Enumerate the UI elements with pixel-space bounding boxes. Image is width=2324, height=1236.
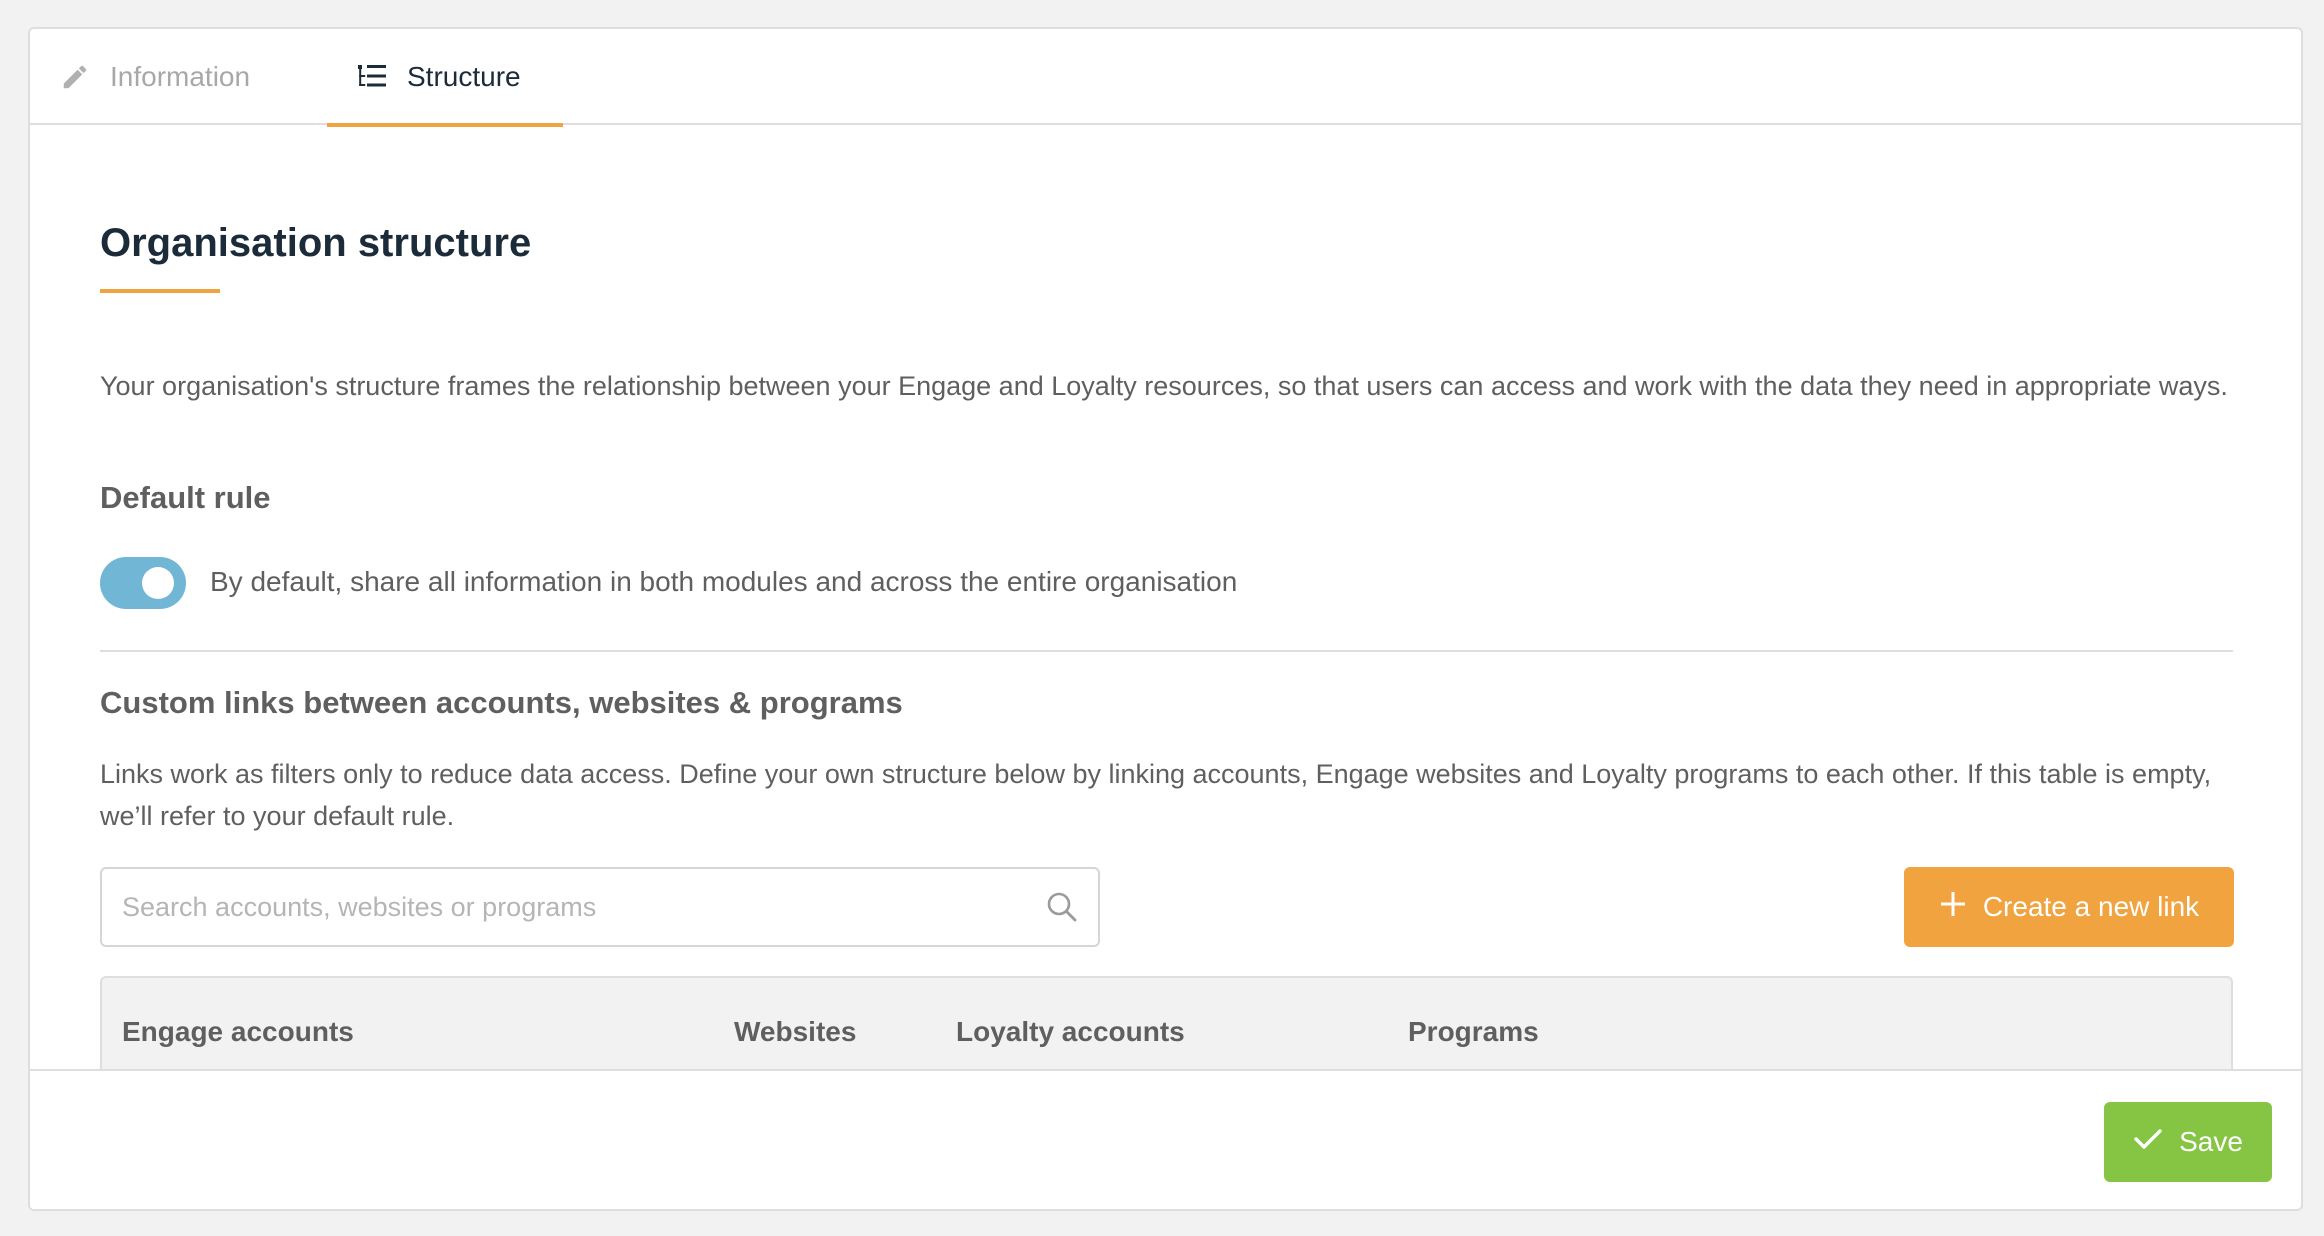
intro-text: Your organisation's structure frames the… [100,371,2228,401]
tab-bar: Information Structure [30,29,2301,127]
create-new-link-button[interactable]: Create a new link [1904,867,2234,947]
tab-structure-label: Structure [407,61,521,92]
column-websites[interactable]: Websites [734,1016,856,1048]
list-tree-icon [357,64,387,90]
footer-bar: Save [30,1069,2301,1209]
section-divider [100,650,2233,652]
search-box [100,867,1100,947]
save-button[interactable]: Save [2104,1102,2272,1182]
tab-structure[interactable]: Structure [327,29,563,127]
custom-links-description: Links work as filters only to reduce dat… [100,759,2212,831]
create-new-link-label: Create a new link [1982,891,2200,922]
default-rule-heading: Default rule [100,480,271,515]
default-rule-toggle-label: By default, share all information in bot… [210,566,1238,597]
search-icon[interactable] [1046,891,1078,928]
save-label: Save [2179,1126,2243,1157]
pencil-icon [60,62,90,92]
column-programs[interactable]: Programs [1408,1016,1539,1048]
settings-panel: Information Structure Organisation struc… [28,27,2303,1211]
tab-information-label: Information [110,61,251,92]
page-title: Organisation structure [100,221,532,265]
search-input[interactable] [122,869,1022,945]
title-underline [100,289,220,293]
column-engage-accounts[interactable]: Engage accounts [122,1016,354,1048]
default-rule-toggle[interactable] [100,557,186,609]
tab-information[interactable]: Information [60,29,250,125]
custom-links-heading: Custom links between accounts, websites … [100,685,903,720]
checkmark-icon [2133,1126,2163,1158]
plus-icon [1939,890,1967,925]
column-loyalty-accounts[interactable]: Loyalty accounts [956,1016,1185,1048]
toggle-knob [142,567,174,599]
